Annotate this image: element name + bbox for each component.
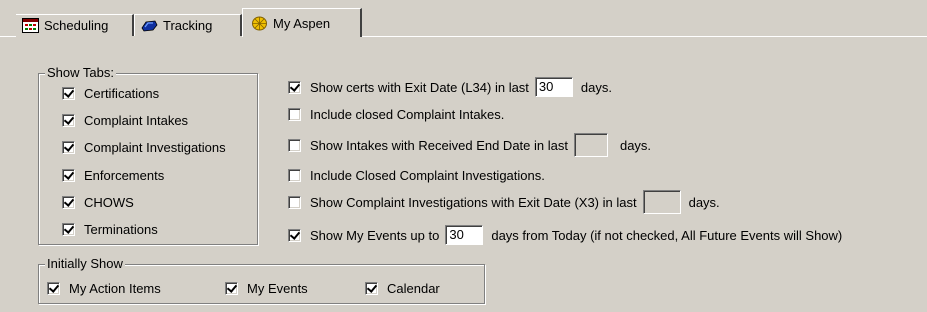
checkbox-label: Complaint Intakes bbox=[84, 112, 189, 128]
option-label: Include closed Complaint Intakes. bbox=[310, 106, 505, 122]
option-label: Show Complaint Investigations with Exit … bbox=[310, 194, 637, 210]
scheduling-icon bbox=[22, 18, 39, 33]
checkbox-box[interactable] bbox=[288, 107, 301, 121]
checkbox-box[interactable] bbox=[225, 281, 238, 295]
checkbox-label: Enforcements bbox=[84, 167, 165, 183]
tab-divider-left bbox=[0, 36, 16, 37]
checkbox-box[interactable] bbox=[288, 168, 301, 182]
checkbox-chows[interactable]: CHOWS bbox=[62, 193, 134, 211]
events-days-input[interactable]: 30 bbox=[445, 225, 484, 245]
checkbox-box[interactable] bbox=[288, 138, 301, 152]
option-include-closed-investigations[interactable]: Include Closed Complaint Investigations. bbox=[288, 166, 545, 184]
tab-scheduling[interactable]: Scheduling bbox=[16, 14, 134, 36]
option-show-my-events[interactable]: Show My Events up to 30 days from Today … bbox=[288, 224, 842, 246]
checkbox-label: Terminations bbox=[84, 221, 158, 237]
checkbox-my-events[interactable]: My Events bbox=[225, 279, 308, 297]
checkbox-enforcements[interactable]: Enforcements bbox=[62, 166, 164, 184]
tab-scheduling-label: Scheduling bbox=[44, 18, 109, 33]
checkbox-box[interactable] bbox=[47, 281, 60, 295]
tab-divider bbox=[362, 36, 927, 37]
checkbox-label: Complaint Investigations bbox=[84, 139, 226, 155]
certs-days-input[interactable]: 30 bbox=[534, 77, 573, 97]
checkbox-box[interactable] bbox=[62, 195, 75, 209]
checkbox-label: CHOWS bbox=[84, 194, 134, 210]
checkbox-box[interactable] bbox=[62, 168, 75, 182]
checkbox-label: My Action Items bbox=[69, 280, 161, 296]
days-label: days from Today (if not checked, All Fut… bbox=[491, 227, 843, 243]
checkbox-label: My Events bbox=[247, 280, 308, 296]
tab-tracking-label: Tracking bbox=[163, 18, 213, 33]
aspen-leaf-icon bbox=[252, 16, 267, 30]
checkbox-complaint-investigations[interactable]: Complaint Investigations bbox=[62, 138, 226, 156]
option-show-intakes-received-end[interactable]: Show Intakes with Received End Date in l… bbox=[288, 133, 651, 157]
checkbox-box[interactable] bbox=[62, 86, 75, 100]
show-tabs-title: Show Tabs: bbox=[45, 65, 116, 81]
tab-tracking[interactable]: Tracking bbox=[134, 14, 242, 36]
option-show-investigations-exit-date[interactable]: Show Complaint Investigations with Exit … bbox=[288, 190, 720, 214]
tab-my-aspen-label: My Aspen bbox=[273, 15, 331, 31]
tab-my-aspen[interactable]: My Aspen bbox=[242, 8, 362, 37]
investigations-days-input[interactable] bbox=[642, 190, 681, 214]
option-label: Include Closed Complaint Investigations. bbox=[310, 167, 545, 183]
checkbox-box[interactable] bbox=[288, 80, 301, 94]
initially-show-title: Initially Show bbox=[45, 256, 125, 272]
tab-strip: Scheduling Tracking My Aspen bbox=[0, 8, 927, 37]
checkbox-box[interactable] bbox=[288, 195, 301, 209]
tracking-icon bbox=[141, 20, 158, 32]
checkbox-certifications[interactable]: Certifications bbox=[62, 84, 159, 102]
checkbox-box[interactable] bbox=[62, 113, 75, 127]
option-show-certs-exit-date[interactable]: Show certs with Exit Date (L34) in last … bbox=[288, 76, 612, 98]
checkbox-label: Calendar bbox=[387, 280, 440, 296]
checkbox-box[interactable] bbox=[62, 140, 75, 154]
option-label: Show Intakes with Received End Date in l… bbox=[310, 137, 568, 153]
days-label: days. bbox=[688, 194, 720, 210]
intakes-days-input[interactable] bbox=[573, 133, 608, 157]
checkbox-terminations[interactable]: Terminations bbox=[62, 220, 158, 238]
option-label: Show My Events up to bbox=[310, 227, 440, 243]
checkbox-box[interactable] bbox=[365, 281, 378, 295]
checkbox-label: Certifications bbox=[84, 85, 160, 101]
option-label: Show certs with Exit Date (L34) in last bbox=[310, 79, 529, 95]
checkbox-box[interactable] bbox=[62, 222, 75, 236]
checkbox-complaint-intakes[interactable]: Complaint Intakes bbox=[62, 111, 188, 129]
days-label: days. bbox=[580, 79, 612, 95]
days-label: days. bbox=[619, 137, 652, 153]
option-include-closed-intakes[interactable]: Include closed Complaint Intakes. bbox=[288, 105, 504, 123]
checkbox-my-action-items[interactable]: My Action Items bbox=[47, 279, 161, 297]
checkbox-box[interactable] bbox=[288, 228, 301, 242]
checkbox-calendar[interactable]: Calendar bbox=[365, 279, 440, 297]
